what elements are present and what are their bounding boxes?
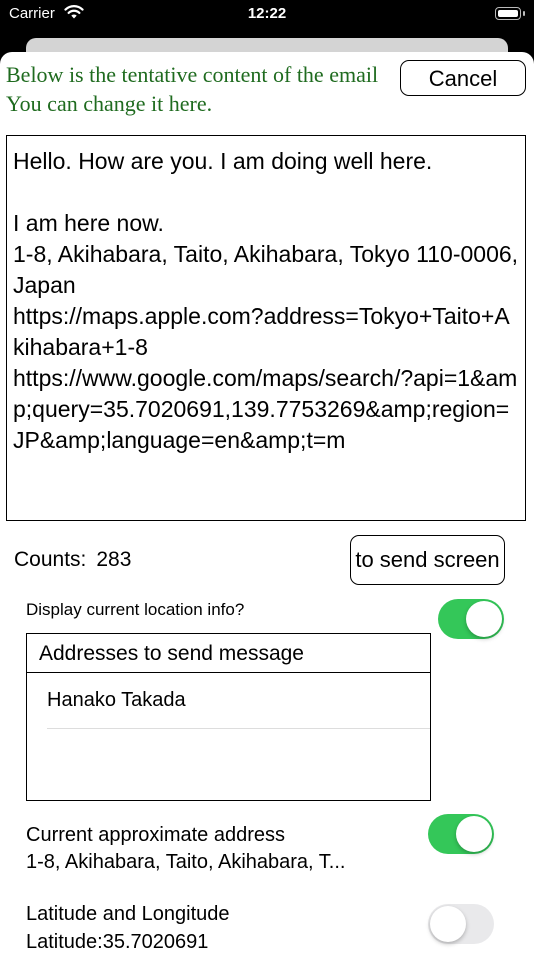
intro-line-1: Below is the tentative content of the em…: [6, 62, 379, 87]
toggle-knob: [466, 601, 502, 637]
address-item[interactable]: Hanako Takada: [47, 689, 186, 712]
toggle-knob: [456, 816, 492, 852]
clock: 12:22: [247, 5, 287, 22]
lat-lng-section: Latitude and Longitude Latitude:35.70206…: [26, 900, 230, 956]
list-separator: [47, 728, 430, 729]
lat-lng-toggle[interactable]: [428, 904, 494, 944]
lat-lng-label: Latitude and Longitude: [26, 903, 230, 925]
display-location-toggle[interactable]: [438, 599, 504, 639]
to-send-screen-button[interactable]: to send screen: [350, 535, 505, 585]
addresses-header: Addresses to send message: [27, 634, 430, 673]
current-address-label: Current approximate address: [26, 824, 286, 846]
counts-row: Counts: 283: [14, 548, 131, 572]
intro-text: Below is the tentative content of the em…: [6, 60, 446, 118]
intro-line-2: You can change it here.: [6, 91, 213, 116]
addresses-list: Addresses to send message Hanako Takada: [26, 633, 431, 801]
display-location-label: Display current location info?: [26, 600, 245, 619]
toggle-knob: [430, 906, 466, 942]
status-bar: Carrier 12:22: [0, 0, 534, 30]
current-address-value: 1-8, Akihabara, Taito, Akihabara, T...: [26, 851, 346, 873]
lat-lng-value: Latitude:35.7020691: [26, 931, 209, 953]
counts-value: 283: [96, 548, 132, 571]
current-address-section: Current approximate address 1-8, Akihaba…: [26, 822, 345, 876]
counts-label: Counts:: [14, 548, 87, 571]
email-sheet: Below is the tentative content of the em…: [0, 52, 534, 972]
cancel-button[interactable]: Cancel: [400, 60, 526, 96]
current-address-toggle[interactable]: [428, 814, 494, 854]
battery-icon: [495, 7, 525, 20]
email-body-textarea[interactable]: Hello. How are you. I am doing well here…: [6, 135, 526, 521]
